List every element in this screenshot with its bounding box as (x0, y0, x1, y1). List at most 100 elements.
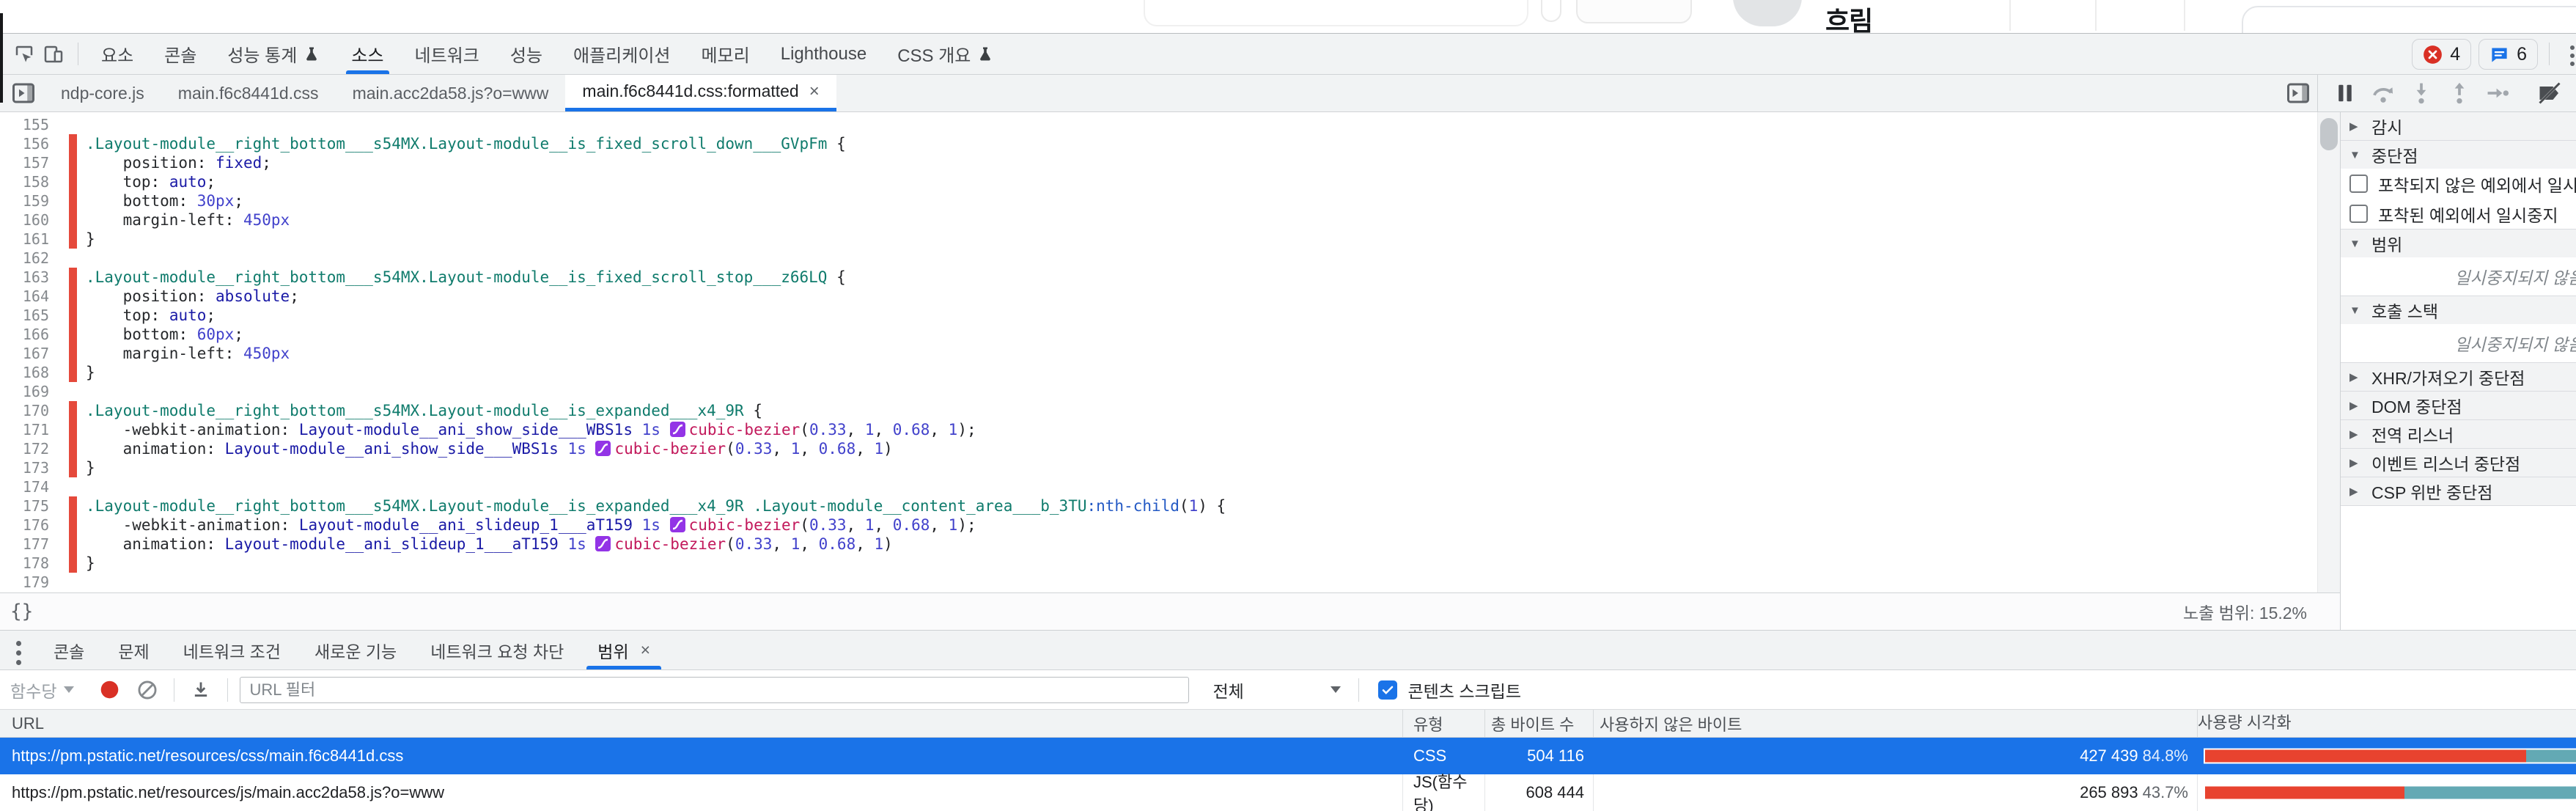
panel-tab-메모리[interactable]: 메모리 (686, 34, 765, 74)
column-header-유형[interactable]: 유형 (1402, 710, 1484, 737)
panel-tab-성능 통계[interactable]: 성능 통계 (212, 34, 336, 74)
sidebar-section-header[interactable]: ▶DOM 중단점 (2341, 392, 2576, 419)
checkbox[interactable] (2349, 205, 2368, 223)
line-number[interactable]: 174 (0, 477, 49, 496)
drawer-tab-콘솔[interactable]: 콘솔 (37, 631, 101, 669)
line-number[interactable]: 164 (0, 287, 49, 306)
step-out-icon[interactable] (2446, 79, 2473, 107)
code-editor[interactable]: 155156.Layout-module__right_bottom___s54… (0, 112, 2317, 592)
line-number[interactable]: 170 (0, 401, 49, 420)
panel-tab-애플리케이션[interactable]: 애플리케이션 (558, 34, 685, 74)
inspect-element-icon[interactable] (12, 42, 37, 67)
line-number[interactable]: 162 (0, 249, 49, 268)
file-tab-main.f6c8441d.css:formatted[interactable]: main.f6c8441d.css:formatted× (565, 75, 836, 111)
line-number[interactable]: 176 (0, 515, 49, 535)
step-icon[interactable] (2484, 79, 2511, 107)
step-into-icon[interactable] (2407, 79, 2435, 107)
line-number[interactable]: 161 (0, 230, 49, 249)
line-number[interactable]: 173 (0, 458, 49, 477)
unused-coverage-marker (69, 515, 77, 535)
sidebar-section-header[interactable]: ▶전역 리스너 (2341, 420, 2576, 448)
bezier-swatch-icon[interactable] (670, 422, 685, 437)
url-filter-input[interactable] (240, 677, 1189, 703)
panel-tab-요소[interactable]: 요소 (86, 34, 149, 74)
line-number[interactable]: 163 (0, 268, 49, 287)
coverage-row[interactable]: https://pm.pstatic.net/resources/js/main… (0, 774, 2576, 811)
line-number[interactable]: 169 (0, 382, 49, 401)
coverage-mode-select[interactable]: 함수당 (10, 678, 74, 702)
panel-tab-소스[interactable]: 소스 (336, 34, 399, 74)
column-header-URL[interactable]: URL (0, 714, 1402, 733)
line-number[interactable]: 167 (0, 344, 49, 363)
line-number[interactable]: 158 (0, 172, 49, 191)
code-token: 1s (567, 535, 586, 553)
code-token: cubic-bezier (614, 440, 726, 458)
panel-tab-CSS 개요[interactable]: CSS 개요 (882, 34, 1009, 74)
line-number[interactable]: 171 (0, 420, 49, 439)
line-number[interactable]: 165 (0, 306, 49, 325)
line-number[interactable]: 175 (0, 496, 49, 515)
pause-script-icon[interactable] (2331, 79, 2359, 107)
file-tab-ndp-core.js[interactable]: ndp-core.js (44, 75, 161, 111)
checkbox[interactable] (2349, 175, 2368, 193)
line-number[interactable]: 156 (0, 134, 49, 153)
panel-tab-콘솔[interactable]: 콘솔 (149, 34, 212, 74)
line-number[interactable]: 179 (0, 573, 49, 592)
column-header-사용하지 않은 바이트[interactable]: 사용하지 않은 바이트 (1593, 710, 2197, 737)
navigator-toggle-icon[interactable] (10, 80, 37, 106)
debugger-sidebar-toggle-icon[interactable] (2285, 80, 2311, 106)
content-scripts-checkbox[interactable] (1378, 680, 1397, 700)
drawer-tab-네트워크 요청 차단[interactable]: 네트워크 요청 차단 (413, 631, 581, 669)
bezier-swatch-icon[interactable] (595, 441, 611, 456)
sidebar-section-header[interactable]: ▼중단점 (2341, 141, 2576, 169)
column-header-총 바이트 수[interactable]: 총 바이트 수 (1484, 710, 1593, 737)
close-icon[interactable]: × (641, 640, 650, 660)
code-token: top (123, 173, 151, 191)
sidebar-section-header[interactable]: ▼범위 (2341, 230, 2576, 257)
coverage-row[interactable]: https://pm.pstatic.net/resources/css/mai… (0, 738, 2576, 774)
line-number[interactable]: 178 (0, 554, 49, 573)
devtools-menu-icon[interactable] (2570, 45, 2576, 74)
line-number[interactable]: 159 (0, 191, 49, 210)
console-messages-badge[interactable]: 6 (2479, 39, 2538, 70)
drawer-menu-icon[interactable] (16, 641, 23, 669)
sidebar-section-header[interactable]: ▶이벤트 리스너 중단점 (2341, 449, 2576, 477)
panel-tab-Lighthouse[interactable]: Lighthouse (765, 34, 882, 74)
sidebar-section-header[interactable]: ▶XHR/가져오기 중단점 (2341, 363, 2576, 391)
line-number[interactable]: 166 (0, 325, 49, 344)
drawer-tab-네트워크 조건[interactable]: 네트워크 조건 (166, 631, 298, 669)
line-number[interactable]: 157 (0, 153, 49, 172)
line-number[interactable]: 177 (0, 535, 49, 554)
drawer-tab-문제[interactable]: 문제 (101, 631, 166, 669)
sidebar-section-header[interactable]: ▼호출 스택 (2341, 296, 2576, 324)
coverage-table-header[interactable]: URL유형총 바이트 수사용하지 않은 바이트사용량 시각화 (0, 710, 2576, 738)
device-toolbar-icon[interactable] (41, 42, 66, 67)
line-number[interactable]: 155 (0, 115, 49, 134)
column-header-사용량 시각화[interactable]: 사용량 시각화 (2197, 710, 2576, 737)
line-number[interactable]: 160 (0, 210, 49, 230)
sidebar-section-header[interactable]: ▶감시 (2341, 112, 2576, 140)
panel-tab-성능[interactable]: 성능 (495, 34, 558, 74)
export-coverage-icon[interactable] (188, 677, 214, 703)
line-number[interactable]: 172 (0, 439, 49, 458)
deactivate-breakpoints-icon[interactable] (2536, 79, 2564, 107)
record-coverage-button[interactable] (96, 677, 122, 703)
close-icon[interactable]: × (809, 81, 820, 102)
sidebar-section-label: 이벤트 리스너 중단점 (2371, 450, 2520, 475)
bezier-swatch-icon[interactable] (670, 517, 685, 532)
panel-tab-네트워크[interactable]: 네트워크 (400, 34, 495, 74)
scrollbar-thumb[interactable] (2320, 118, 2338, 150)
drawer-tab-새로운 기능[interactable]: 새로운 기능 (298, 631, 413, 669)
step-over-icon[interactable] (2369, 79, 2397, 107)
bezier-swatch-icon[interactable] (595, 536, 611, 551)
sidebar-section-header[interactable]: ▶CSP 위반 중단점 (2341, 477, 2576, 505)
drawer-tab-범위[interactable]: 범위× (581, 631, 667, 669)
file-tab-main.f6c8441d.css[interactable]: main.f6c8441d.css (161, 75, 336, 111)
coverage-type-select[interactable]: 전체 (1212, 678, 1341, 702)
pretty-print-icon[interactable]: {} (10, 601, 33, 623)
line-number[interactable]: 168 (0, 363, 49, 382)
clear-coverage-icon[interactable] (134, 677, 161, 703)
console-errors-badge[interactable]: 4 (2412, 39, 2471, 70)
editor-scrollbar[interactable] (2317, 112, 2340, 630)
file-tab-main.acc2da58.js?o=www[interactable]: main.acc2da58.js?o=www (336, 75, 566, 111)
